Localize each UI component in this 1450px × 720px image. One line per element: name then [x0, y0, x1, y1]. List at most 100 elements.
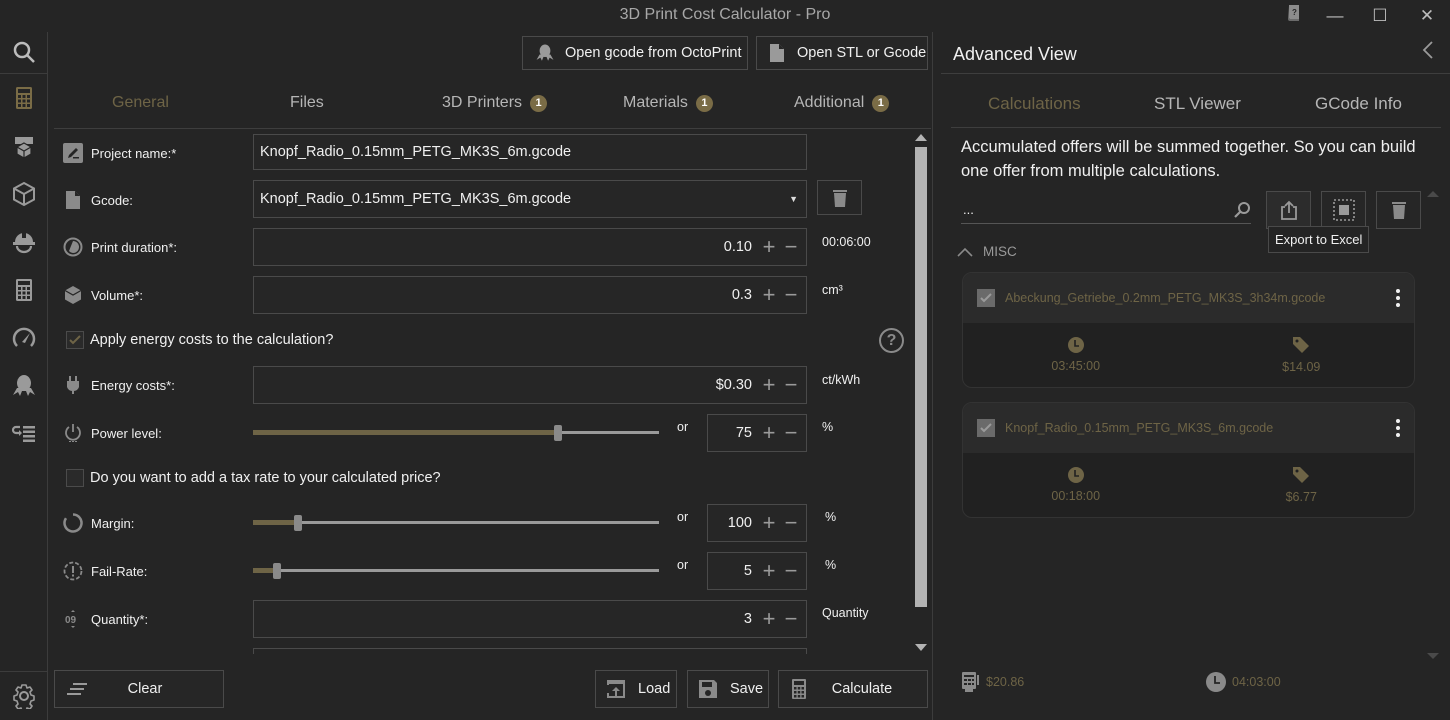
save-button[interactable]: Save [687, 670, 769, 708]
gcode-select[interactable]: Knopf_Radio_0.15mm_PETG_MK3S_6m.gcode ▼ [253, 180, 807, 218]
margin-input[interactable]: 100 + − [707, 504, 807, 542]
alert-circle-icon [63, 561, 83, 581]
sidebar-item-calculator[interactable] [0, 80, 48, 116]
sidebar-item-settings[interactable] [0, 678, 48, 714]
tab-3d-printers[interactable]: 3D Printers 1 [442, 94, 548, 112]
quantity-input[interactable]: 3 + − [253, 600, 807, 638]
print-duration-label: Print duration*: [63, 235, 177, 259]
apply-energy-checkbox[interactable] [66, 331, 84, 349]
tab-gcode-info[interactable]: GCode Info [1315, 94, 1402, 114]
sidebar-item-calculations[interactable] [0, 272, 48, 308]
close-button[interactable]: ✕ [1413, 4, 1441, 28]
margin-label: Margin: [63, 511, 134, 535]
decrement-button[interactable]: − [780, 236, 802, 258]
scroll-up-arrow[interactable] [915, 134, 927, 141]
cash-register-icon [962, 672, 979, 692]
increment-button[interactable]: + [758, 422, 780, 444]
fail-rate-slider[interactable] [253, 563, 659, 579]
more-options-icon[interactable] [1388, 289, 1408, 307]
form-scrollbar-thumb[interactable] [915, 147, 927, 607]
apply-energy-label: Apply energy costs to the calculation? [90, 332, 334, 348]
calculations-search-input[interactable]: ... [961, 196, 1251, 224]
energy-costs-input[interactable]: $0.30 + − [253, 366, 807, 404]
calculation-card[interactable]: Abeckung_Getriebe_0.2mm_PETG_MK3S_3h34m.… [962, 272, 1415, 388]
sidebar-item-printers[interactable] [0, 128, 48, 164]
input-value: 3 [743, 611, 752, 627]
power-level-slider[interactable] [253, 425, 659, 441]
delete-gcode-button[interactable] [817, 180, 862, 215]
increment-button[interactable]: + [758, 236, 780, 258]
decrement-button[interactable]: − [780, 422, 802, 444]
calculate-button[interactable]: Calculate [778, 670, 928, 708]
decrement-button[interactable]: − [780, 374, 802, 396]
or-label: or [677, 558, 689, 572]
slider-thumb[interactable] [273, 563, 281, 579]
power-icon [65, 424, 81, 442]
sidebar-item-list[interactable] [0, 416, 48, 452]
sidebar-item-materials[interactable] [0, 176, 48, 212]
card-checkbox[interactable] [977, 419, 995, 437]
total-price-value: $20.86 [986, 675, 1025, 689]
label-text: Project name:* [91, 145, 177, 161]
clear-button[interactable]: Clear [54, 670, 224, 708]
open-file-button[interactable]: Open STL or Gcode [756, 36, 928, 70]
tab-materials[interactable]: Materials 1 [623, 94, 713, 112]
power-level-input[interactable]: 75 + − [707, 414, 807, 452]
sidebar-item-performance[interactable] [0, 320, 48, 356]
calculator-icon [16, 87, 32, 109]
increment-button[interactable]: + [758, 374, 780, 396]
group-header-misc[interactable]: MISC [957, 244, 1017, 259]
sidebar-item-search[interactable] [0, 34, 48, 70]
calculator-icon [792, 679, 806, 699]
scroll-down-arrow[interactable] [915, 644, 927, 651]
label-text: Print duration*: [91, 239, 177, 255]
tax-rate-checkbox[interactable] [66, 469, 84, 487]
delete-all-button[interactable] [1376, 191, 1421, 229]
tab-general[interactable]: General [112, 94, 169, 112]
sidebar-item-workers[interactable] [0, 224, 48, 260]
increment-button[interactable]: + [758, 512, 780, 534]
card-header: Knopf_Radio_0.15mm_PETG_MK3S_6m.gcode [963, 403, 1414, 453]
export-excel-button[interactable] [1266, 191, 1311, 229]
increment-button[interactable]: + [758, 608, 780, 630]
more-options-icon[interactable] [1388, 419, 1408, 437]
open-octoprint-button[interactable]: Open gcode from OctoPrint [522, 36, 748, 70]
tab-stl-viewer[interactable]: STL Viewer [1154, 94, 1241, 114]
margin-slider[interactable] [253, 515, 659, 531]
clock-icon [1206, 672, 1226, 692]
help-book-icon[interactable]: ? [1280, 4, 1308, 28]
print-duration-input[interactable]: 0.10 + − [253, 228, 807, 266]
label-text: Power level: [91, 425, 162, 441]
maximize-button[interactable]: ☐ [1366, 4, 1394, 28]
sidebar-item-octoprint[interactable] [0, 368, 48, 404]
list-scroll-down-arrow[interactable] [1427, 653, 1439, 659]
collapse-panel-icon[interactable] [1422, 40, 1434, 66]
slider-thumb[interactable] [294, 515, 302, 531]
tab-files[interactable]: Files [290, 94, 324, 112]
octopus-icon [536, 44, 554, 61]
sidebar-divider [0, 671, 48, 672]
calculation-card[interactable]: Knopf_Radio_0.15mm_PETG_MK3S_6m.gcode 00… [962, 402, 1415, 518]
volume-input[interactable]: 0.3 + − [253, 276, 807, 314]
card-checkbox[interactable] [977, 289, 995, 307]
input-value: 5 [743, 563, 752, 579]
decrement-button[interactable]: − [780, 560, 802, 582]
decrement-button[interactable]: − [780, 608, 802, 630]
increment-button[interactable]: + [758, 284, 780, 306]
decrement-button[interactable]: − [780, 284, 802, 306]
increment-button[interactable]: + [758, 560, 780, 582]
minimize-button[interactable]: — [1321, 4, 1349, 28]
slider-thumb[interactable] [554, 425, 562, 441]
tab-calculations[interactable]: Calculations [988, 94, 1081, 114]
energy-costs-unit: ct/kWh [822, 373, 861, 387]
card-body: 00:18:00 $6.77 [963, 453, 1414, 517]
project-name-input[interactable]: Knopf_Radio_0.15mm_PETG_MK3S_6m.gcode [253, 134, 807, 170]
help-icon[interactable]: ? [879, 328, 904, 353]
decrement-button[interactable]: − [780, 512, 802, 534]
tab-label: Additional [794, 94, 865, 111]
tab-additional[interactable]: Additional 1 [794, 94, 890, 112]
list-scroll-up-arrow[interactable] [1427, 191, 1439, 197]
load-button[interactable]: Load [595, 670, 677, 708]
fail-rate-input[interactable]: 5 + − [707, 552, 807, 590]
select-all-button[interactable] [1321, 191, 1366, 229]
